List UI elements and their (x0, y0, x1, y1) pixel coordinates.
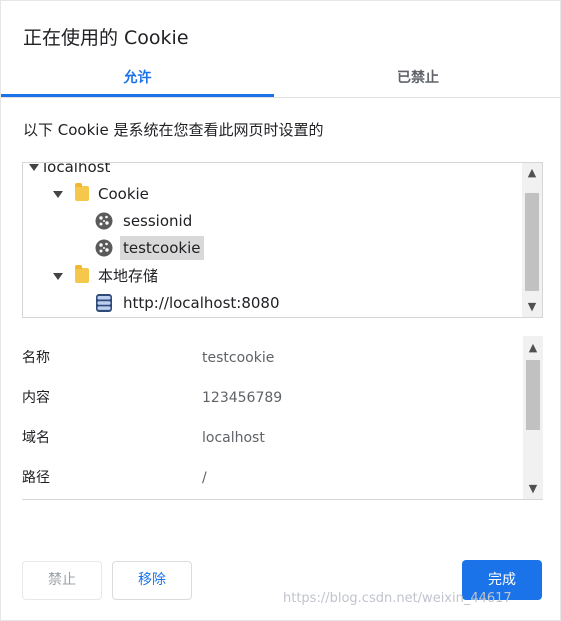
tab-allowed[interactable]: 允许 (1, 63, 274, 97)
scroll-down-icon[interactable]: ▼ (523, 481, 543, 497)
cookies-dialog: 正在使用的 Cookie 允许 已禁止 以下 Cookie 是系统在您查看此网页… (0, 0, 561, 621)
detail-label: 内容 (22, 390, 50, 406)
scroll-up-icon[interactable]: ▲ (522, 165, 542, 181)
block-button[interactable]: 禁止 (22, 561, 102, 600)
scrollbar-thumb[interactable] (525, 193, 539, 291)
detail-value: / (202, 470, 207, 486)
detail-label: 路径 (22, 470, 50, 486)
tree-node-label-selected: testcookie (120, 236, 204, 260)
detail-row-path: 路径 / (22, 466, 512, 490)
folder-icon (75, 265, 89, 283)
detail-value: testcookie (202, 350, 275, 366)
tree-node-root[interactable]: localhost (29, 162, 509, 179)
cookie-icon (95, 212, 113, 230)
cookie-icon (95, 239, 113, 257)
cookie-details: 名称 testcookie 内容 123456789 域名 localhost … (22, 336, 543, 500)
detail-row-content: 内容 123456789 (22, 386, 512, 410)
tree-node-cookie-folder[interactable]: Cookie (53, 182, 513, 206)
tree-scrollbar[interactable]: ▲ ▼ (522, 163, 542, 317)
watermark: https://blog.csdn.net/weixin_44617 (283, 591, 512, 606)
tab-bar: 允许 已禁止 (1, 63, 560, 98)
remove-button[interactable]: 移除 (112, 561, 192, 600)
description-text: 以下 Cookie 是系统在您查看此网页时设置的 (23, 121, 324, 139)
tab-blocked[interactable]: 已禁止 (281, 63, 555, 97)
folder-icon (75, 183, 89, 201)
detail-value: localhost (202, 430, 265, 446)
scroll-up-icon[interactable]: ▲ (523, 340, 543, 356)
detail-row-name: 名称 testcookie (22, 346, 512, 370)
cookie-tree[interactable]: localhost Cookie sessionid testcookie 本地… (22, 162, 543, 318)
tree-node-label: sessionid (123, 212, 193, 230)
tree-node-cookie-sessionid[interactable]: sessionid (95, 209, 495, 233)
tree-node-label: localhost (43, 162, 111, 176)
expand-caret-icon[interactable] (53, 191, 63, 198)
scroll-down-icon[interactable]: ▼ (522, 299, 542, 315)
dialog-title: 正在使用的 Cookie (23, 27, 189, 49)
tree-node-local-storage-folder[interactable]: 本地存储 (53, 264, 513, 288)
detail-row-domain: 域名 localhost (22, 426, 512, 450)
tree-node-label: 本地存储 (98, 267, 159, 285)
detail-label: 名称 (22, 350, 50, 366)
detail-value: 123456789 (202, 390, 283, 406)
tree-node-cookie-testcookie[interactable]: testcookie (95, 236, 495, 260)
tree-node-storage-item[interactable]: http://localhost:8080 (95, 291, 495, 315)
detail-label: 域名 (22, 430, 50, 446)
details-scrollbar[interactable]: ▲ ▼ (523, 336, 543, 499)
scrollbar-thumb[interactable] (526, 360, 540, 430)
database-icon (96, 294, 112, 312)
tree-node-label: http://localhost:8080 (123, 294, 280, 312)
expand-caret-icon[interactable] (29, 164, 39, 171)
expand-caret-icon[interactable] (53, 273, 63, 280)
tree-node-label: Cookie (98, 185, 149, 203)
